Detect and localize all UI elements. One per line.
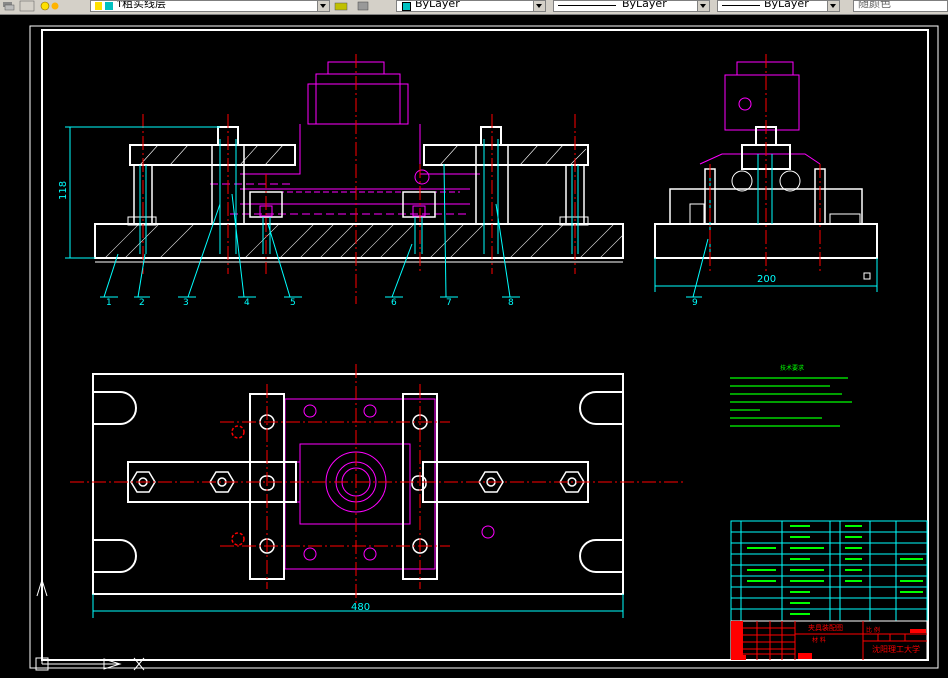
material-label: 材 料 [812,636,826,644]
tech-title: 技术要求 [780,364,804,372]
chevron-down-icon[interactable] [827,1,839,11]
chevron-down-icon[interactable] [697,1,709,11]
color-value: ByLayer [415,0,460,10]
drawing-name: 夹具装配图 [808,623,843,632]
outer-frame [29,25,939,669]
balloon-8: 8 [508,298,514,308]
lineweight-value: ByLayer [764,0,809,10]
parts-list [730,520,928,622]
layer-combo[interactable]: ↑ 粗实线层 [90,0,330,12]
front-view: 118 1 2 3 4 5 6 7 8 [58,54,624,308]
layer-name: 粗实线层 [122,0,166,10]
title-block: 夹具装配图 材 料 比 例 沈阳理工大学 [730,620,928,661]
dim-200: 200 [757,274,776,285]
plotstyle-value: 随颜色 [858,0,891,10]
plotstyle-combo[interactable]: 随颜色 [853,0,948,12]
balloon-4: 4 [244,298,250,308]
balloon-7: 7 [446,298,452,308]
linetype-preview [558,5,616,6]
tech-notes: 技术要求 [730,364,852,427]
side-view: 200 9 [654,54,878,308]
layer-color-swatch [105,2,113,10]
linetype-combo[interactable]: ByLayer [553,0,710,12]
balloon-2: 2 [139,298,145,308]
dim-118: 118 [58,181,69,200]
balloon-3: 3 [183,298,189,308]
chevron-down-icon[interactable] [317,1,329,11]
dim-480: 480 [351,602,370,613]
balloon-5: 5 [290,298,296,308]
drawing-canvas[interactable]: 118 1 2 3 4 5 6 7 8 200 9 480 技术要求 夹具装配图… [0,14,948,678]
chevron-down-icon[interactable] [533,1,545,11]
base-plate [94,223,624,259]
lightbulb-icon [40,1,50,11]
layer-state-icon[interactable] [0,0,60,13]
linetype-value: ByLayer [622,0,667,10]
balloon-9: 9 [692,298,698,308]
school-name: 沈阳理工大学 [872,644,920,654]
top-view: 480 [70,364,685,618]
balloon-1: 1 [106,298,112,308]
sun-icon [51,2,59,10]
scale-label: 比 例 [866,626,880,634]
layer-previous-icon [357,1,369,11]
balloon-6: 6 [391,298,397,308]
lock-icon [95,2,102,10]
make-current-icon[interactable] [333,0,383,13]
color-combo[interactable]: ByLayer [396,0,546,12]
lineweight-combo[interactable]: ByLayer [717,0,840,12]
lineweight-preview [722,5,760,6]
properties-toolbar: ↑ 粗实线层 ByLayer ByLayer ByLayer 随颜色 [0,0,948,15]
ucs-icon [35,574,145,671]
color-swatch [402,2,411,11]
